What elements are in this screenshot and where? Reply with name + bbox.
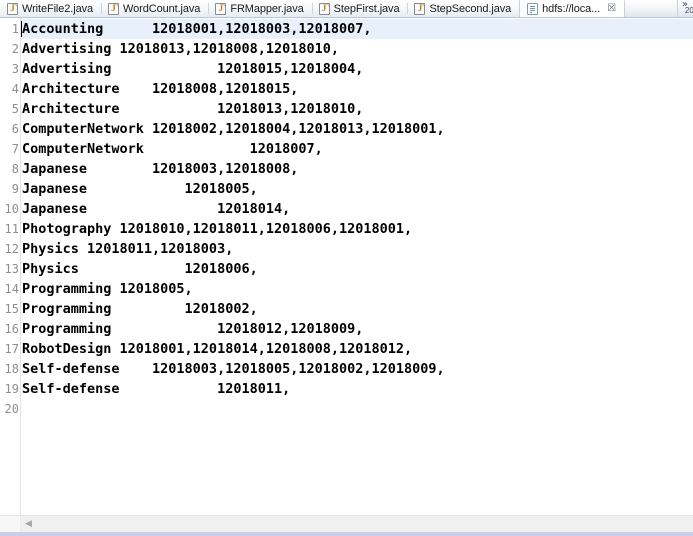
code-line[interactable]: Japanese 12018005, (21, 179, 693, 199)
java-file-icon (7, 2, 18, 15)
code-line[interactable]: Programming 12018005, (21, 279, 693, 299)
line-number: 20 (4, 402, 19, 416)
code-line[interactable]: Programming 12018002, (21, 299, 693, 319)
java-file-icon (414, 2, 426, 15)
window-bottom-edge (0, 532, 693, 536)
code-line[interactable]: ComputerNetwork 12018007, (21, 139, 693, 159)
line-number: 10 (4, 202, 19, 216)
line-number: 2 (11, 42, 19, 56)
java-file-icon (108, 2, 120, 15)
line-number: 12 (4, 242, 19, 256)
tab-label: StepSecond.java (429, 2, 512, 15)
tab-label: WriteFile2.java (22, 2, 94, 15)
line-number: 9 (11, 182, 19, 196)
line-number: 4 (11, 82, 19, 96)
tab-frmapper-java[interactable]: FRMapper.java (208, 0, 312, 17)
scroll-left-arrow-icon[interactable]: ◀ (21, 517, 36, 532)
tab-overflow-button[interactable]: » 20 (676, 0, 693, 17)
eclipse-editor-window: WriteFile2.java WordCount.java FRMapper.… (0, 0, 693, 536)
code-line[interactable]: Photography 12018010,12018011,12018006,1… (21, 219, 693, 239)
line-number-ruler: 1 2 3 4 5 6 7 8 9 10 11 12 13 14 15 16 1… (0, 18, 21, 515)
editor-tab-bar: WriteFile2.java WordCount.java FRMapper.… (0, 0, 693, 18)
line-number: 11 (4, 222, 19, 236)
line-number: 15 (4, 302, 19, 316)
code-content[interactable]: Accounting 12018001,12018003,12018007, A… (21, 18, 693, 515)
tab-overflow-count: 20 (684, 6, 693, 15)
line-number: 14 (4, 282, 19, 296)
code-line[interactable]: Accounting 12018001,12018003,12018007, (21, 19, 693, 39)
tab-wordcount-java[interactable]: WordCount.java (101, 0, 209, 17)
scrollbar-track[interactable] (36, 516, 693, 532)
tab-label: StepFirst.java (333, 2, 400, 15)
code-line[interactable]: Japanese 12018003,12018008, (21, 159, 693, 179)
tab-label: WordCount.java (123, 2, 201, 15)
line-number: 1 (11, 22, 19, 36)
line-number: 6 (11, 122, 19, 136)
code-line[interactable]: RobotDesign 12018001,12018014,12018008,1… (21, 339, 693, 359)
tab-hdfs-file-active[interactable]: hdfs://loca... ☒ (519, 0, 626, 17)
line-number: 13 (4, 262, 19, 276)
code-line[interactable]: Self-defense 12018003,12018005,12018002,… (21, 359, 693, 379)
text-file-icon (527, 3, 539, 15)
java-file-icon (215, 2, 227, 15)
scrollbar-gutter-spacer (0, 516, 21, 532)
code-line[interactable] (21, 399, 693, 419)
code-line[interactable]: ComputerNetwork 12018002,12018004,120180… (21, 119, 693, 139)
line-number: 16 (4, 322, 19, 336)
code-line[interactable]: Architecture 12018008,12018015, (21, 79, 693, 99)
line-number: 17 (4, 342, 19, 356)
text-caret (21, 21, 22, 37)
tab-label: hdfs://loca... (542, 3, 601, 15)
code-line[interactable]: Self-defense 12018011, (21, 379, 693, 399)
close-icon[interactable]: ☒ (607, 4, 616, 14)
line-number: 18 (4, 362, 19, 376)
horizontal-scrollbar[interactable]: ◀ (0, 515, 693, 532)
code-line[interactable]: Advertising 12018015,12018004, (21, 59, 693, 79)
code-line[interactable]: Advertising 12018013,12018008,12018010, (21, 39, 693, 59)
code-line[interactable]: Physics 12018006, (21, 259, 693, 279)
tab-stepsecond-java[interactable]: StepSecond.java (407, 0, 520, 17)
line-number: 8 (11, 162, 19, 176)
tab-writefile2-java[interactable]: WriteFile2.java (0, 0, 102, 17)
line-number: 19 (4, 382, 19, 396)
line-number: 7 (11, 142, 19, 156)
text-editor-area[interactable]: 1 2 3 4 5 6 7 8 9 10 11 12 13 14 15 16 1… (0, 18, 693, 515)
code-line[interactable]: Physics 12018011,12018003, (21, 239, 693, 259)
java-file-icon (318, 2, 330, 15)
line-number: 5 (11, 102, 19, 116)
code-line[interactable]: Japanese 12018014, (21, 199, 693, 219)
line-number: 3 (11, 62, 19, 76)
code-line[interactable]: Programming 12018012,12018009, (21, 319, 693, 339)
tab-stepfirst-java[interactable]: StepFirst.java (311, 0, 408, 17)
code-line[interactable]: Architecture 12018013,12018010, (21, 99, 693, 119)
tab-label: FRMapper.java (230, 2, 304, 15)
